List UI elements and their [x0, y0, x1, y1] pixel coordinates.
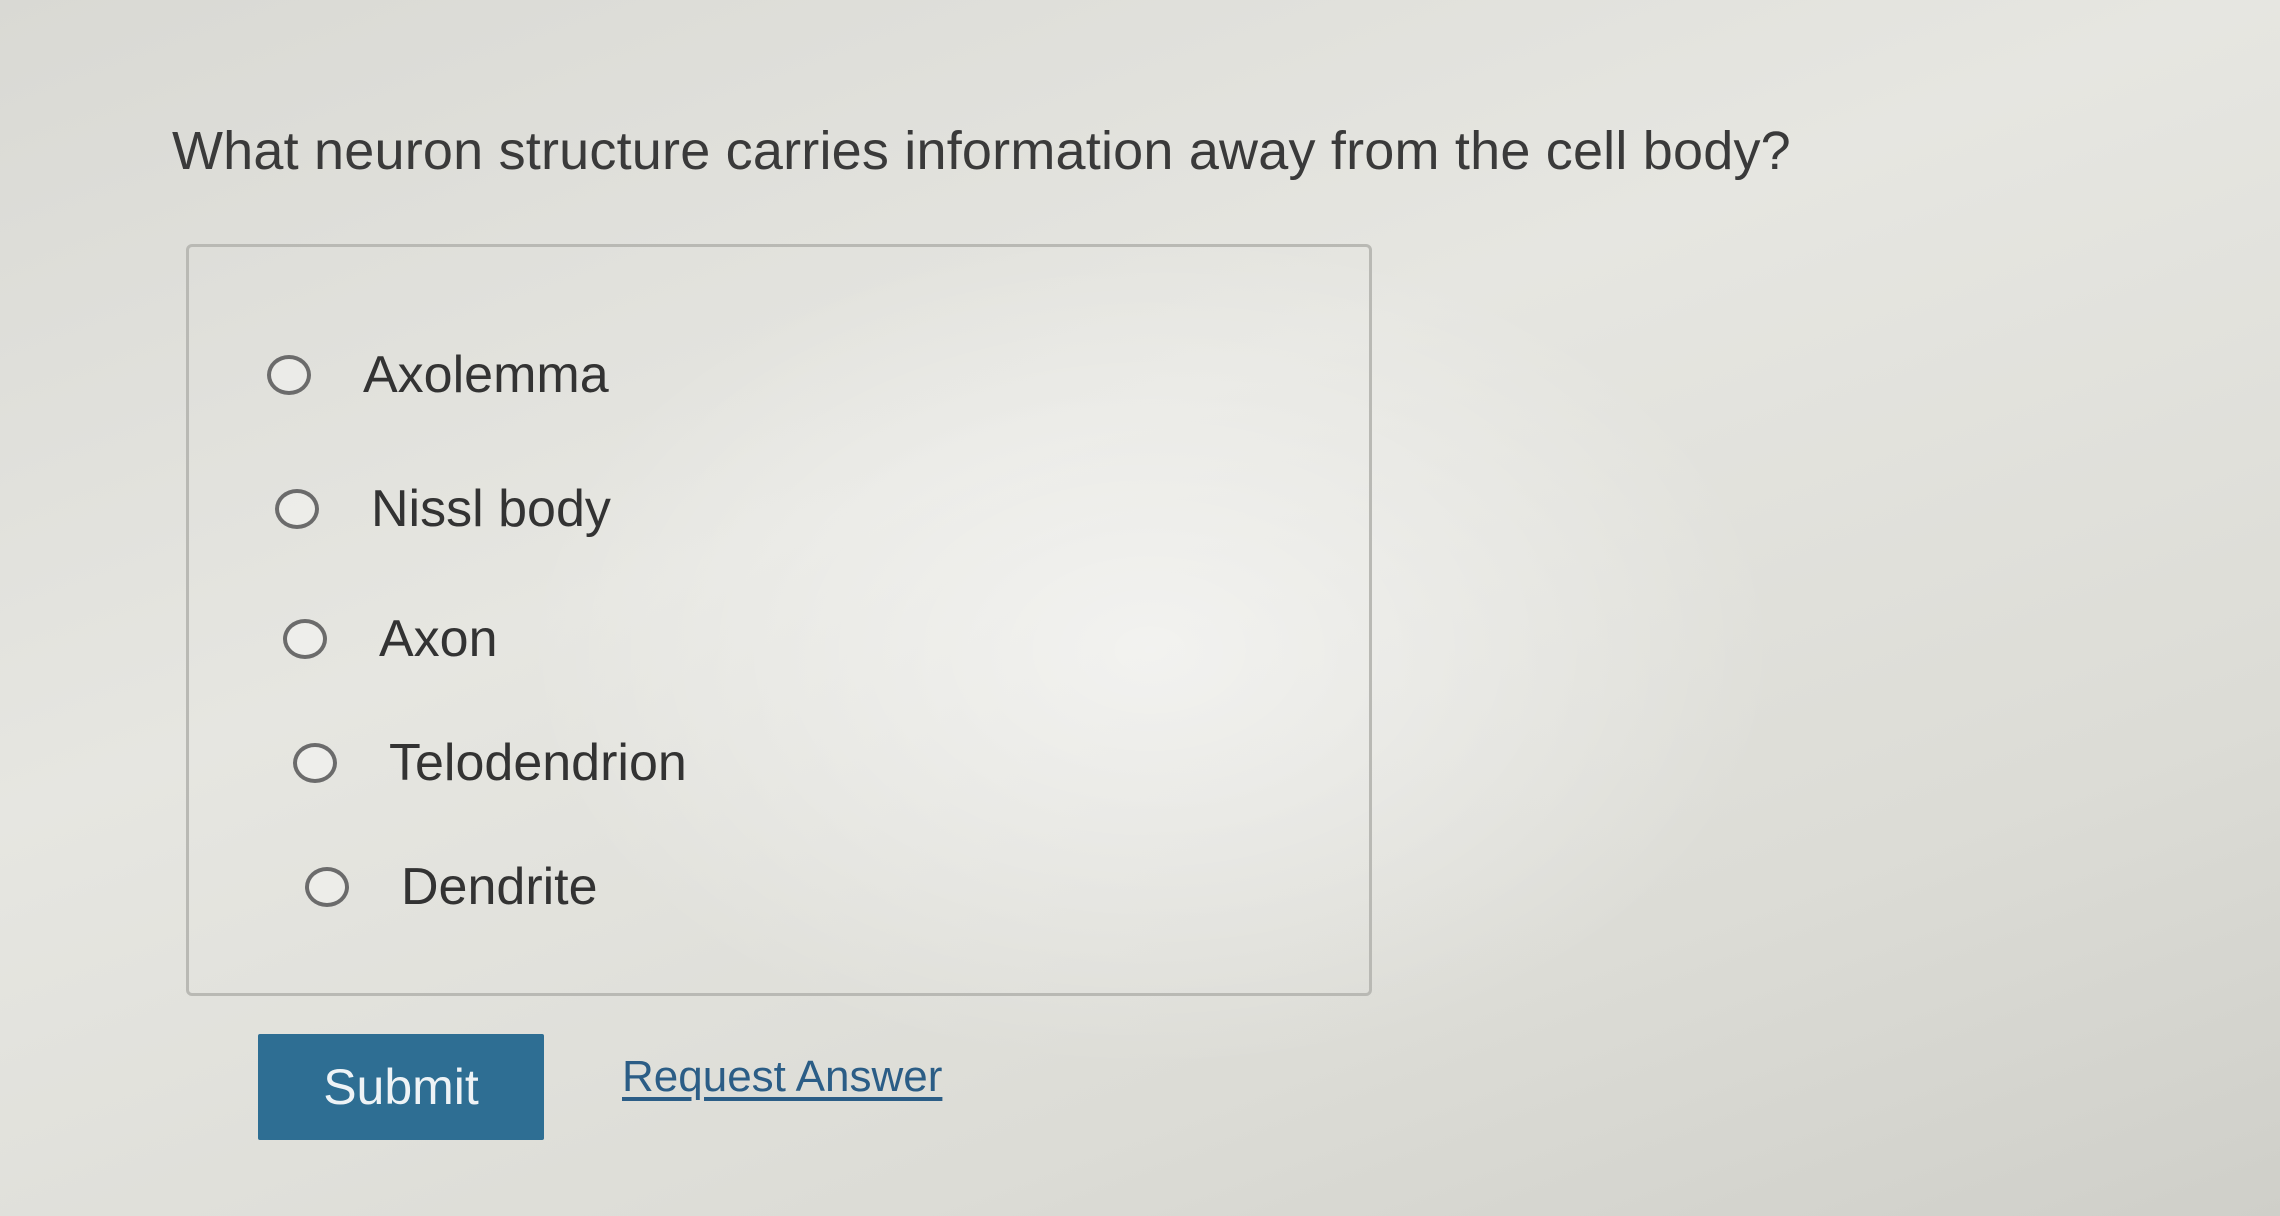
answer-choices-box: Axolemma Nissl body Axon Telodendrion De… [186, 244, 1372, 996]
choice-dendrite[interactable]: Dendrite [305, 857, 598, 917]
choice-label: Axon [379, 610, 498, 668]
choice-axon[interactable]: Axon [283, 609, 498, 669]
choice-telodendrion[interactable]: Telodendrion [293, 733, 687, 793]
radio-button-icon[interactable] [305, 867, 349, 907]
choice-axolemma[interactable]: Axolemma [267, 345, 609, 405]
radio-button-icon[interactable] [267, 355, 311, 395]
submit-button[interactable]: Submit [258, 1034, 544, 1140]
choice-nissl-body[interactable]: Nissl body [275, 479, 611, 539]
choice-label: Nissl body [371, 480, 611, 538]
radio-button-icon[interactable] [275, 489, 319, 529]
request-answer-link[interactable]: Request Answer [622, 1052, 942, 1102]
radio-button-icon[interactable] [293, 743, 337, 783]
question-text: What neuron structure carries informatio… [172, 121, 1791, 181]
choice-label: Telodendrion [389, 734, 687, 792]
radio-button-icon[interactable] [283, 619, 327, 659]
choice-label: Axolemma [363, 346, 609, 404]
choice-label: Dendrite [401, 858, 598, 916]
